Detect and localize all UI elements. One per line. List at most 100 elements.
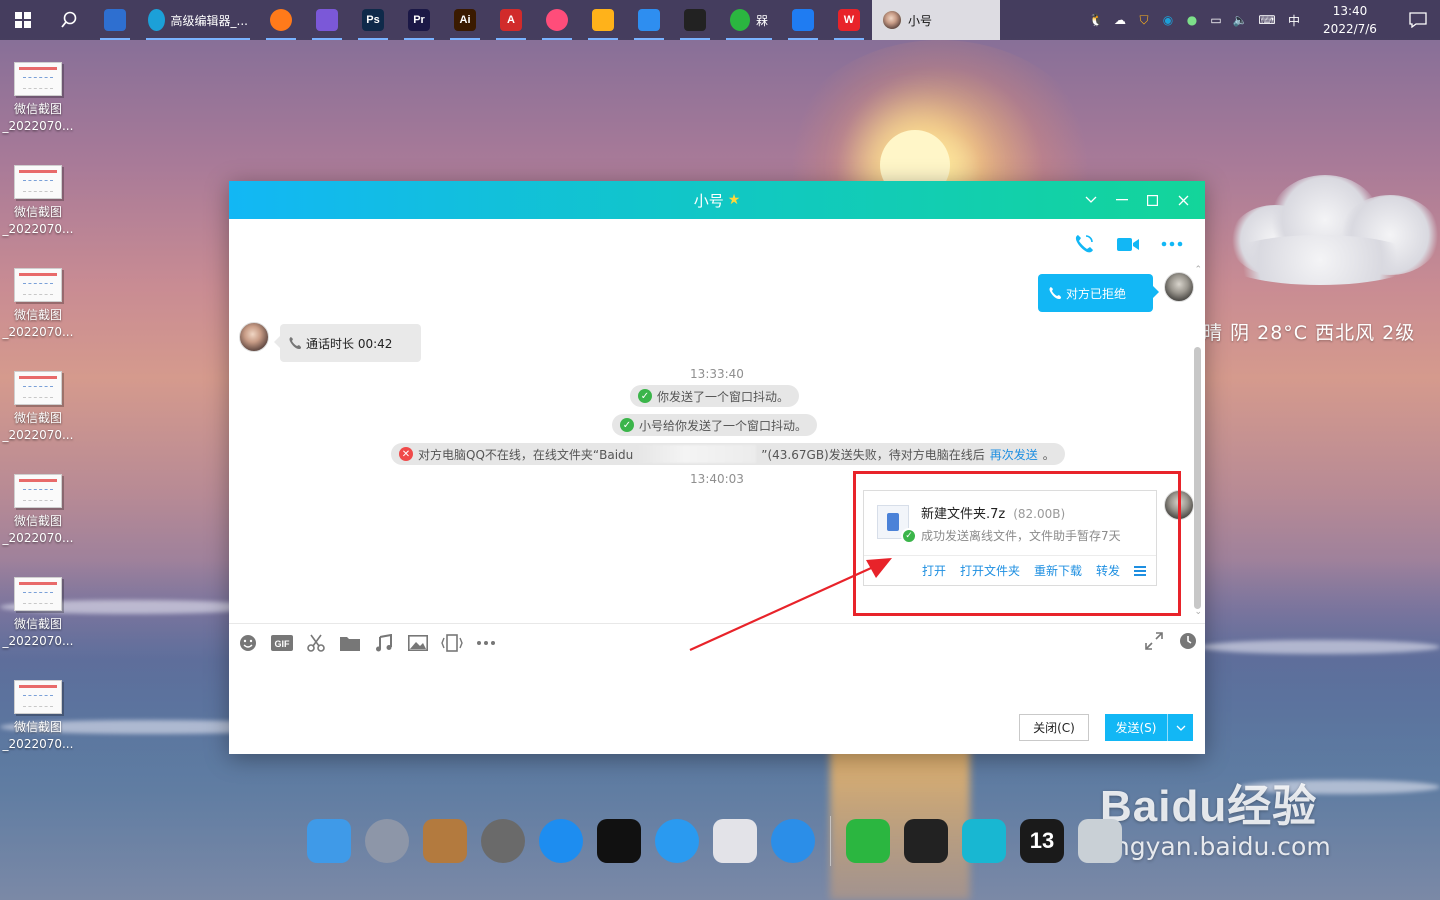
taskbar-app-qq[interactable] [672,0,718,40]
close-window-button[interactable] [1168,181,1199,219]
image-button[interactable] [407,632,429,654]
qq-icon [684,9,706,31]
chevron-down-icon [1085,196,1096,203]
dock-item[interactable] [358,812,416,870]
dock-item[interactable] [590,812,648,870]
taskbar-app-wechat[interactable]: 槑 [718,0,780,40]
edge-tray-icon[interactable]: ◉ [1158,10,1178,30]
qq-dock-icon [904,819,948,863]
window-titlebar[interactable]: 小号 ★ [229,181,1205,219]
dock-item[interactable] [897,812,955,870]
send-options-button[interactable] [1167,714,1193,741]
image-file-icon [14,371,62,405]
system-tray: 🐧 ☁ ⛉ ◉ ● ▭ 🔈 ⌨ 中 13:40 2022/7/6 [1086,0,1440,40]
gif-icon: GIF [271,634,293,651]
ime-indicator[interactable]: 中 [1284,10,1304,30]
check-icon: ✓ [638,389,652,403]
scroll-down-arrow[interactable]: ⌄ [1194,607,1202,617]
qq-tray-icon[interactable]: 🐧 [1086,10,1106,30]
scroll-up-arrow[interactable]: ⌃ [1194,265,1202,275]
dock-item[interactable]: 13 [1013,812,1071,870]
network-icon[interactable]: ▭ [1206,10,1226,30]
dock-item[interactable] [1071,812,1129,870]
dock-separator [830,816,831,866]
wechat-tray-icon[interactable]: ● [1182,10,1202,30]
taskbar-app-cube[interactable] [304,0,350,40]
image-icon [408,634,428,651]
peer-avatar[interactable] [239,322,269,352]
desktop-icon-screenshot[interactable]: 微信截图 _2022070... [0,470,76,573]
shake-window-button[interactable] [441,632,463,654]
netdisk-icon [638,9,660,31]
expand-button[interactable] [1145,632,1163,653]
taskbar-app-ai[interactable]: Ai [442,0,488,40]
taskbar-app-ps[interactable]: Ps [350,0,396,40]
close-button[interactable]: 关闭(C) [1019,714,1089,741]
folder-button[interactable] [339,632,361,654]
shield-tray-icon[interactable]: ⛉ [1134,10,1154,30]
phone-icon [1075,235,1093,253]
dock-item[interactable] [839,812,897,870]
weather-widget: 晴 阴 28°C 西北风 2级 [1203,322,1416,344]
call-duration-message[interactable]: 通话时长 00:42 [274,324,421,362]
history-button[interactable] [1179,632,1197,653]
image-file-icon [14,268,62,302]
wechat-icon [730,9,750,31]
taskbar-app-edge-editor[interactable]: 高级编辑器_... [138,0,258,40]
minimize-button[interactable] [1106,181,1137,219]
desktop-icon-screenshot[interactable]: 微信截图 _2022070... [0,264,76,367]
timestamp: 13:33:40 [690,367,744,381]
phone-icon [289,337,301,349]
desktop-icon-screenshot[interactable]: 微信截图 _2022070... [0,573,76,676]
video-call-button[interactable] [1115,231,1141,257]
start-button[interactable] [0,0,46,40]
resend-link[interactable]: 再次发送 [990,446,1038,463]
system-message-error: ✕ 对方电脑QQ不在线，在线文件夹“Baidu ”(43.67GB)发送失败，待对… [391,443,1065,465]
volume-icon[interactable]: 🔈 [1230,10,1250,30]
emoji-button[interactable] [237,632,259,654]
notification-button[interactable] [1396,0,1440,40]
taskbar-app-shield[interactable] [580,0,626,40]
taskbar-app-baidunetdisk[interactable] [626,0,672,40]
music-button[interactable] [373,632,395,654]
taskbar-app-qq-chat[interactable]: 小号 [872,0,1000,40]
taskbar-app-firefox[interactable] [258,0,304,40]
dock-item[interactable] [474,812,532,870]
dock-item[interactable] [300,812,358,870]
chat-history[interactable]: 对方已拒绝 通话时长 00:42 13:33:40 ✓ 你发送了一个窗口抖动。 … [229,219,1205,623]
dock-item[interactable] [706,812,764,870]
taskbar-app-wps[interactable]: W [826,0,872,40]
desktop-icon-screenshot[interactable]: 微信截图 _2022070... [0,676,76,779]
dock-item[interactable] [416,812,474,870]
more-options-button[interactable] [1159,231,1185,257]
dock-item[interactable] [532,812,590,870]
scrollbar[interactable] [1194,347,1201,609]
dock-item[interactable] [955,812,1013,870]
keyboard-icon[interactable]: ⌨ [1254,10,1280,30]
taskbar-app-acrobat[interactable]: A [488,0,534,40]
send-button[interactable]: 发送(S) [1105,714,1193,741]
message-input[interactable] [229,661,1205,711]
window-controls [1075,181,1199,219]
taskbar-app-meitu[interactable] [534,0,580,40]
call-rejected-message[interactable]: 对方已拒绝 [1038,274,1159,312]
clock[interactable]: 13:40 2022/7/6 [1308,2,1392,38]
desktop-icon-screenshot[interactable]: 微信截图 _2022070... [0,58,76,161]
my-avatar[interactable] [1164,272,1194,302]
dock-item[interactable] [648,812,706,870]
dock: 13 [300,808,1140,874]
maximize-button[interactable] [1137,181,1168,219]
dock-item[interactable] [764,812,822,870]
more-tools-button[interactable] [475,632,497,654]
screenshot-button[interactable] [305,632,327,654]
desktop-icon-screenshot[interactable]: 微信截图 _2022070... [0,161,76,264]
voice-call-button[interactable] [1071,231,1097,257]
gif-button[interactable]: GIF [271,632,293,654]
collapse-button[interactable] [1075,181,1106,219]
taskbar-search-button[interactable] [46,0,92,40]
taskbar-app-store[interactable] [92,0,138,40]
taskbar-app-pr[interactable]: Pr [396,0,442,40]
desktop-icon-screenshot[interactable]: 微信截图 _2022070... [0,367,76,470]
taskbar-app-feishu[interactable] [780,0,826,40]
cloud-tray-icon[interactable]: ☁ [1110,10,1130,30]
